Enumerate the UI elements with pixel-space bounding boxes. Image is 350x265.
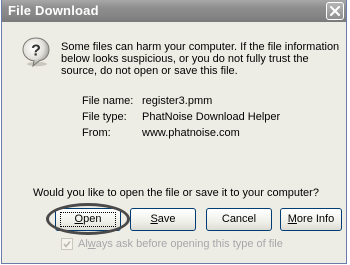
- file-download-dialog: File Download ? Some files can harm your…: [1, 0, 347, 264]
- save-button[interactable]: Save: [130, 208, 196, 231]
- window-title: File Download: [8, 3, 99, 18]
- open-button[interactable]: Open: [55, 208, 121, 231]
- title-bar[interactable]: File Download: [2, 0, 346, 22]
- more-info-label-rest: ore Info: [296, 213, 335, 225]
- close-button[interactable]: [326, 2, 344, 20]
- save-label-rest: ave: [157, 213, 176, 225]
- cancel-label: Cancel: [221, 213, 257, 225]
- more-info-accesskey: M: [287, 213, 297, 225]
- always-ask-checkbox-label: Always ask before opening this type of f…: [78, 238, 283, 250]
- file-name-value: register3.pmm: [142, 95, 213, 107]
- always-ask-checkbox[interactable]: [61, 238, 73, 250]
- checkmark-icon: [63, 241, 71, 248]
- warning-text: Some files can harm your computer. If th…: [61, 41, 340, 77]
- from-label: From:: [82, 127, 111, 139]
- always-ask-label-pre: Al: [78, 238, 88, 250]
- file-type-value: PhatNoise Download Helper: [142, 111, 281, 123]
- file-name-label: File name:: [82, 95, 134, 107]
- more-info-button[interactable]: More Info: [280, 208, 342, 231]
- question-mark-icon: ?: [22, 37, 50, 68]
- save-accesskey: S: [150, 213, 158, 225]
- cancel-button[interactable]: Cancel: [206, 208, 272, 231]
- always-ask-label-post: ays ask before opening this type of file: [95, 238, 283, 250]
- open-or-save-question: Would you like to open the file or save …: [33, 187, 319, 199]
- close-icon: [330, 6, 340, 16]
- from-value: www.phatnoise.com: [142, 127, 240, 139]
- focus-ring: [60, 212, 116, 227]
- file-type-label: File type:: [82, 111, 127, 123]
- always-ask-accesskey: w: [87, 238, 96, 250]
- svg-text:?: ?: [31, 43, 41, 60]
